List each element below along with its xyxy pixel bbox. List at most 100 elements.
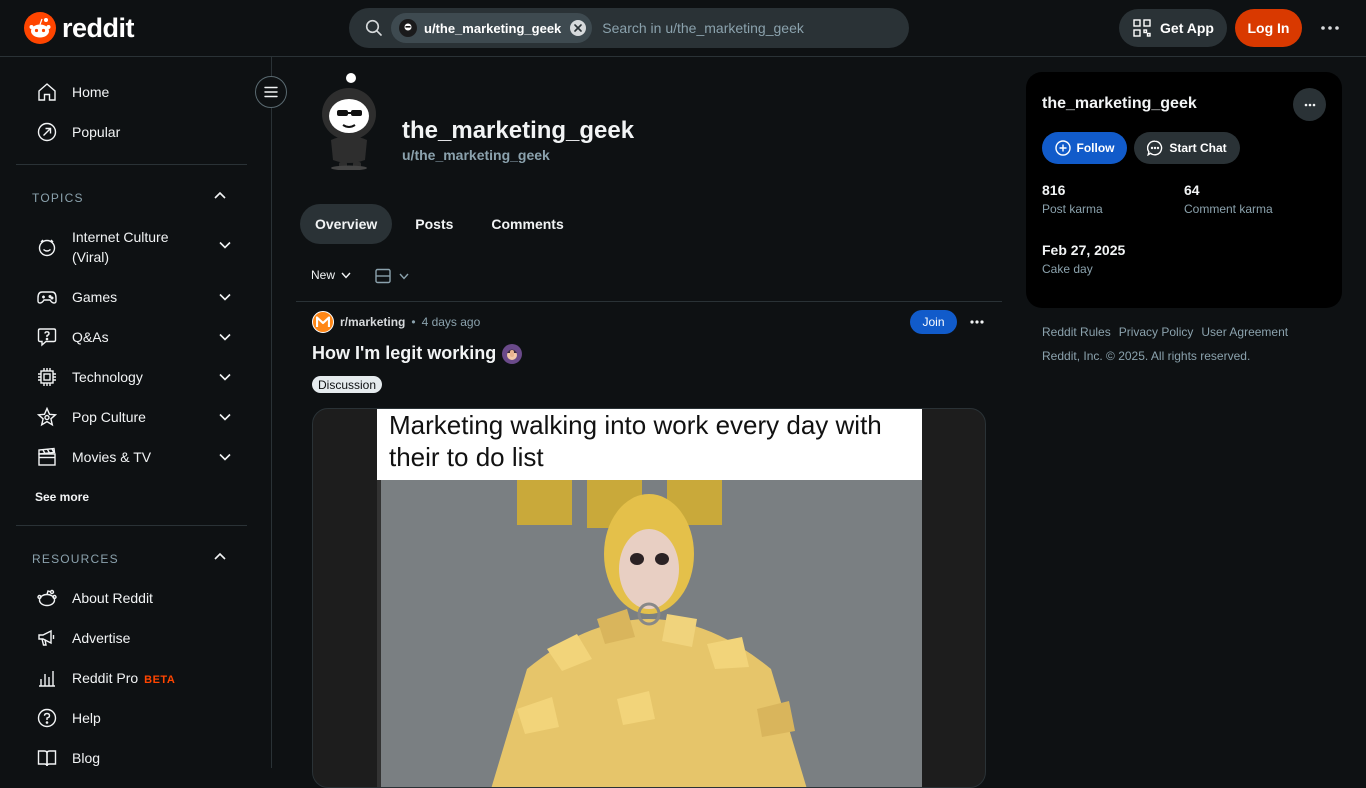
sidebar-divider bbox=[16, 164, 247, 165]
chevron-down-icon bbox=[219, 241, 231, 249]
book-icon bbox=[36, 747, 58, 768]
profile-tabs: Overview Posts Comments bbox=[300, 204, 579, 244]
more-options-icon[interactable] bbox=[1293, 88, 1326, 121]
post-meta: r/marketing • 4 days ago bbox=[312, 311, 480, 333]
user-avatar-icon bbox=[399, 19, 417, 37]
search-icon bbox=[365, 19, 383, 37]
sidebar-item-technology[interactable]: Technology bbox=[16, 357, 247, 397]
sidebar-item-help[interactable]: Help bbox=[16, 698, 247, 738]
search-scope-chip[interactable]: u/the_marketing_geek bbox=[391, 13, 593, 43]
join-button[interactable]: Join bbox=[910, 310, 957, 334]
sidebar-item-internet-culture[interactable]: Internet Culture (Viral) bbox=[16, 227, 247, 267]
chevron-down-icon bbox=[399, 273, 409, 280]
cake-day-label: Cake day bbox=[1042, 262, 1093, 276]
post-timestamp: 4 days ago bbox=[421, 315, 481, 329]
sort-dropdown[interactable]: New bbox=[311, 268, 351, 282]
profile-avatar bbox=[313, 70, 385, 170]
snoo-logo-icon bbox=[24, 12, 56, 44]
get-app-button[interactable]: Get App bbox=[1119, 9, 1227, 47]
post-image[interactable]: Marketing walking into work every day wi… bbox=[312, 408, 986, 788]
user-agreement-link[interactable]: User Agreement bbox=[1201, 325, 1288, 339]
add-circle-icon bbox=[1054, 140, 1071, 156]
post-karma-value: 816 bbox=[1042, 182, 1066, 198]
meme-caption: Marketing walking into work every day wi… bbox=[377, 409, 922, 480]
copyright-text: Reddit, Inc. © 2025. All rights reserved… bbox=[1042, 349, 1251, 363]
top-header: reddit u/the_marketing_geek Search in u/… bbox=[0, 0, 1366, 57]
chevron-down-icon bbox=[219, 453, 231, 461]
bar-chart-icon bbox=[36, 667, 58, 689]
chevron-down-icon bbox=[219, 373, 231, 381]
sidebar-item-label: Internet Culture (Viral) bbox=[72, 229, 169, 265]
sidebar-item-label: Blog bbox=[72, 750, 101, 766]
sidebar-item-about-reddit[interactable]: About Reddit bbox=[16, 578, 247, 618]
topics-section-title: TOPICS bbox=[32, 191, 84, 205]
sidebar-item-pop-culture[interactable]: Pop Culture bbox=[16, 397, 247, 437]
subreddit-link[interactable]: r/marketing bbox=[340, 315, 405, 329]
chevron-down-icon bbox=[219, 413, 231, 421]
profile-card-name: the_marketing_geek bbox=[1042, 95, 1197, 112]
clapperboard-icon bbox=[36, 446, 58, 468]
sidebar-item-label: Popular bbox=[72, 124, 121, 140]
chevron-up-icon[interactable] bbox=[213, 552, 227, 562]
search-input[interactable]: Search in u/the_marketing_geek bbox=[602, 20, 804, 36]
feed-divider bbox=[296, 301, 1002, 302]
post-more-icon[interactable] bbox=[965, 310, 989, 334]
profile-card: the_marketing_geek Follow Start Chat 816… bbox=[1026, 72, 1342, 308]
sidebar-item-label: About Reddit bbox=[72, 590, 153, 606]
face-palm-emoji-icon bbox=[502, 343, 523, 364]
popular-icon bbox=[36, 121, 58, 143]
view-toggle-dropdown[interactable] bbox=[375, 268, 409, 284]
start-chat-label: Start Chat bbox=[1169, 141, 1227, 155]
sidebar-item-movies-tv[interactable]: Movies & TV bbox=[16, 437, 247, 477]
hamburger-menu-icon bbox=[264, 86, 278, 98]
sidebar-item-home[interactable]: Home bbox=[16, 72, 247, 112]
meme-image: Marketing walking into work every day wi… bbox=[377, 409, 922, 787]
comment-karma-value: 64 bbox=[1184, 182, 1200, 198]
qr-code-icon bbox=[1133, 19, 1151, 37]
sidebar-item-label: Q&As bbox=[72, 329, 109, 345]
chat-bubble-icon bbox=[1147, 140, 1163, 156]
sidebar-item-blog[interactable]: Blog bbox=[16, 738, 247, 768]
chip-icon bbox=[36, 366, 58, 388]
star-icon bbox=[36, 406, 58, 428]
follow-button[interactable]: Follow bbox=[1042, 132, 1127, 164]
sidebar-item-qas[interactable]: Q&As bbox=[16, 317, 247, 357]
search-chip-label: u/the_marketing_geek bbox=[424, 20, 562, 36]
megaphone-icon bbox=[36, 627, 58, 649]
tab-overview[interactable]: Overview bbox=[300, 204, 393, 244]
sidebar-item-label: Help bbox=[72, 710, 101, 726]
sidebar-item-advertise[interactable]: Advertise bbox=[16, 618, 247, 658]
post-karma-label: Post karma bbox=[1042, 202, 1103, 216]
sidebar-item-label: Pop Culture bbox=[72, 409, 146, 425]
see-more-link[interactable]: See more bbox=[35, 490, 89, 504]
card-view-icon bbox=[375, 268, 391, 284]
chevron-up-icon[interactable] bbox=[213, 191, 227, 201]
sort-label: New bbox=[311, 268, 336, 282]
left-sidebar: Home Popular TOPICS Internet Culture (Vi… bbox=[0, 57, 272, 768]
subreddit-icon[interactable] bbox=[312, 311, 334, 333]
gamepad-icon bbox=[36, 286, 58, 308]
sidebar-item-label: Movies & TV bbox=[72, 449, 152, 465]
chevron-down-icon bbox=[219, 293, 231, 301]
reddit-logo[interactable]: reddit bbox=[24, 12, 135, 44]
post-flair[interactable]: Discussion bbox=[312, 376, 383, 393]
more-options-icon[interactable] bbox=[1314, 12, 1346, 44]
chevron-down-icon bbox=[219, 333, 231, 341]
privacy-policy-link[interactable]: Privacy Policy bbox=[1119, 325, 1194, 339]
collapse-sidebar-button[interactable] bbox=[255, 76, 287, 108]
post-title-text: How I'm legit working bbox=[312, 343, 497, 363]
sidebar-item-games[interactable]: Games bbox=[16, 277, 247, 317]
footer-links: Reddit Rules Privacy Policy User Agreeme… bbox=[1042, 325, 1288, 339]
resources-section-title: RESOURCES bbox=[32, 552, 119, 566]
sidebar-item-reddit-pro[interactable]: Reddit Pro BETA bbox=[16, 658, 247, 698]
reddit-rules-link[interactable]: Reddit Rules bbox=[1042, 325, 1111, 339]
search-bar[interactable]: u/the_marketing_geek Search in u/the_mar… bbox=[349, 8, 909, 48]
sidebar-item-label: Technology bbox=[72, 369, 143, 385]
tab-comments[interactable]: Comments bbox=[476, 204, 578, 244]
post-title[interactable]: How I'm legit working bbox=[312, 343, 523, 364]
login-button[interactable]: Log In bbox=[1235, 9, 1302, 47]
start-chat-button[interactable]: Start Chat bbox=[1134, 132, 1240, 164]
close-icon[interactable] bbox=[570, 20, 587, 36]
tab-posts[interactable]: Posts bbox=[400, 204, 468, 244]
sidebar-item-popular[interactable]: Popular bbox=[16, 112, 247, 152]
